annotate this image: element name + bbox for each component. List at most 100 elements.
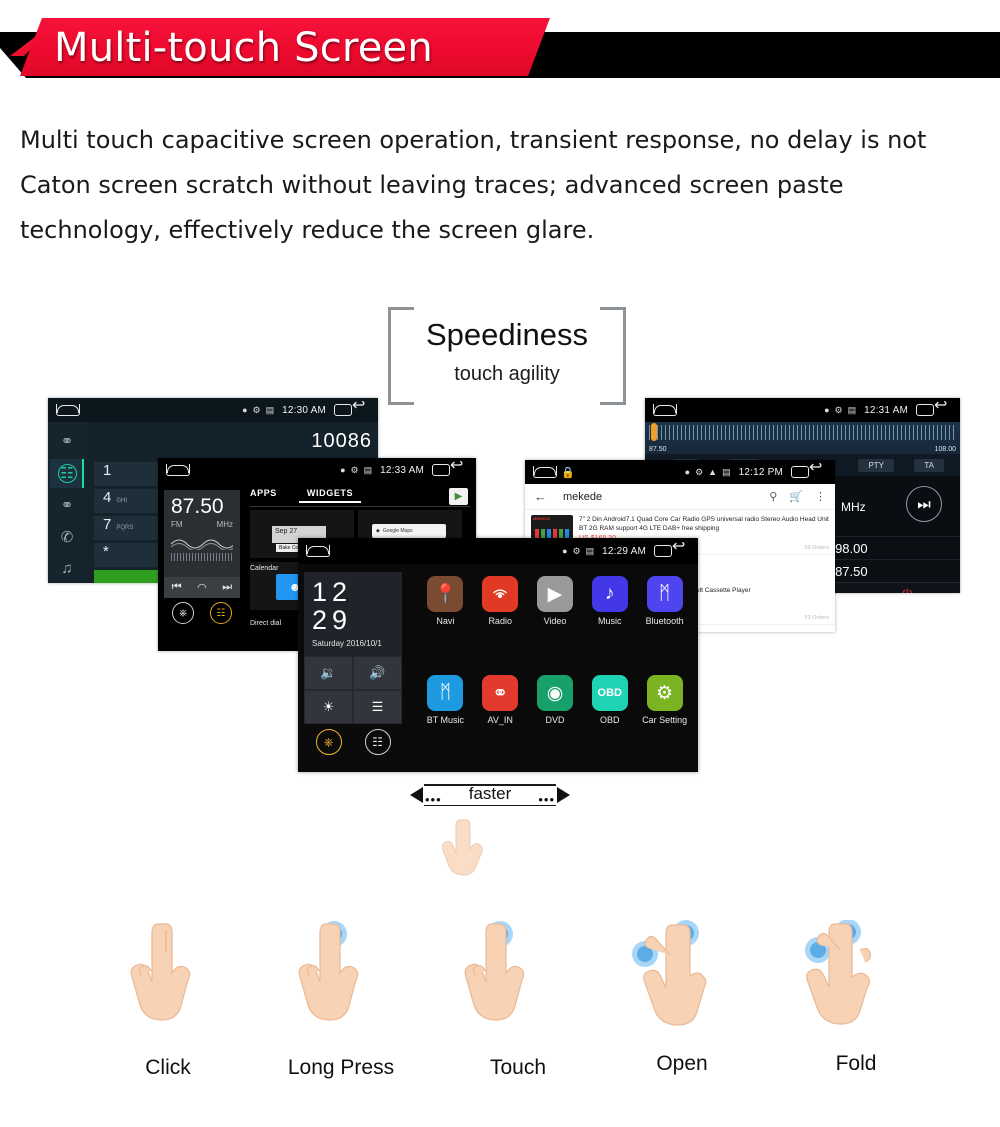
recents-icon[interactable] bbox=[791, 466, 809, 478]
key-sub: GHI bbox=[116, 498, 128, 504]
equalizer-icon[interactable]: ☰ bbox=[353, 690, 402, 724]
brightness-icon[interactable]: ☀ bbox=[304, 690, 353, 724]
intro-paragraph: Multi touch capacitive screen operation,… bbox=[20, 126, 927, 244]
speediness-title: Speediness bbox=[425, 317, 588, 352]
hand-two-finger-svg bbox=[805, 919, 872, 1025]
location-icon: ● bbox=[340, 465, 346, 475]
volume-up-icon[interactable]: 🔊 bbox=[353, 656, 402, 690]
home-footer: ⎈ ☷ bbox=[304, 724, 402, 760]
dialed-number: 10086 bbox=[311, 430, 372, 452]
prev-icon[interactable]: ⏮ bbox=[172, 581, 182, 594]
app-music[interactable]: ♪ Music bbox=[582, 576, 637, 675]
tab-apps[interactable]: APPS bbox=[250, 488, 277, 503]
contacts-icon[interactable]: ⚭ bbox=[50, 491, 84, 520]
scale-cursor[interactable] bbox=[651, 423, 657, 441]
next-icon[interactable]: ⏭ bbox=[222, 581, 232, 594]
back-arrow-icon[interactable]: ← bbox=[534, 489, 547, 504]
bt-music-icon: ᛗ bbox=[427, 675, 464, 711]
page-root: Multi-touch Screen Multi touch capacitiv… bbox=[0, 0, 1000, 1127]
location-icon: ● bbox=[242, 405, 248, 415]
recents-icon[interactable] bbox=[916, 404, 934, 416]
bluetooth-icon: ᛗ bbox=[646, 576, 683, 612]
call-history-icon[interactable]: ✆ bbox=[50, 522, 84, 551]
play-store-icon[interactable]: ▶ bbox=[449, 488, 468, 505]
back-icon[interactable] bbox=[352, 398, 370, 416]
sim-icon: ▤ bbox=[585, 545, 595, 556]
cart-icon[interactable]: 🛒 bbox=[789, 490, 803, 503]
car-icon[interactable]: ⎈ bbox=[172, 602, 194, 624]
tab-widgets[interactable]: WIDGETS bbox=[298, 488, 362, 503]
app-label: Navi bbox=[436, 616, 455, 626]
product-orders: 56 Orders bbox=[804, 545, 829, 551]
search-icon[interactable]: ⚲ bbox=[769, 490, 777, 503]
app-bluetooth[interactable]: ᛗ Bluetooth bbox=[637, 576, 692, 675]
music-icon[interactable]: ♫ bbox=[50, 554, 84, 583]
recents-icon[interactable] bbox=[334, 404, 352, 416]
radio-unit: MHz bbox=[216, 520, 233, 529]
home-icon[interactable] bbox=[653, 403, 677, 416]
scale-ticks bbox=[649, 425, 956, 440]
app-video[interactable]: ▶ Video bbox=[528, 576, 583, 675]
app-bt-music[interactable]: ᛗ BT Music bbox=[418, 675, 473, 772]
clock-widget[interactable]: 12 29 Saturday 2016/10/1 bbox=[304, 572, 402, 656]
radio-widget[interactable]: 87.50 FM MHz ⏮ ◠ ⏭ bbox=[164, 490, 240, 598]
bluetooth-icon: ⚙ bbox=[572, 545, 581, 556]
back-icon[interactable] bbox=[450, 458, 468, 476]
pty-button[interactable]: PTY bbox=[858, 458, 894, 472]
app-navi[interactable]: 📍 Navi bbox=[418, 576, 473, 675]
car-button[interactable]: ⎈ bbox=[304, 724, 353, 760]
home-body: 12 29 Saturday 2016/10/1 🔉 🔊 ☀ ☰ ⎈ ☷ 📍 N… bbox=[298, 564, 698, 772]
app-obd[interactable]: OBD OBD bbox=[582, 675, 637, 772]
clock-minutes: 29 bbox=[312, 605, 353, 635]
app-dvd[interactable]: ◉ DVD bbox=[528, 675, 583, 772]
clock-hours: 12 bbox=[312, 577, 353, 607]
statusbar-browser: 🔒 ● ⚙ ▲ ▤ 12:12 PM bbox=[525, 460, 835, 484]
gesture-click-icon bbox=[128, 920, 210, 1045]
dialpad-icon[interactable]: ☷ bbox=[50, 458, 84, 488]
lock-icon: 🔒 bbox=[561, 466, 575, 479]
app-car-setting[interactable]: ⚙ Car Setting bbox=[637, 675, 692, 772]
clock-date: Saturday 2016/10/1 bbox=[312, 639, 382, 648]
back-icon[interactable] bbox=[672, 539, 690, 557]
power-icon[interactable]: ⏻ bbox=[902, 586, 912, 594]
home-icon[interactable] bbox=[533, 465, 557, 478]
maps-icon: ◆ bbox=[376, 528, 380, 534]
overflow-icon[interactable]: ⋮ bbox=[815, 490, 826, 503]
sim-icon: ▤ bbox=[722, 466, 731, 477]
faster-label: faster bbox=[468, 784, 512, 803]
app-label: Music bbox=[598, 616, 622, 626]
volume-down-icon[interactable]: 🔉 bbox=[304, 656, 353, 690]
radio-unit: MHz bbox=[841, 500, 866, 514]
quick-settings-grid: 🔉 🔊 ☀ ☰ bbox=[304, 656, 402, 724]
home-icon[interactable] bbox=[166, 463, 190, 476]
signal-icon[interactable]: ◠ bbox=[197, 581, 207, 594]
waveform-svg bbox=[171, 539, 233, 550]
seek-next-icon[interactable]: ⏭ bbox=[906, 486, 942, 522]
widget-direct-dial-label: Direct dial bbox=[250, 620, 282, 627]
gesture-touch-icon bbox=[462, 920, 544, 1045]
apps-button[interactable]: ☷ bbox=[353, 724, 402, 760]
widget-calendar-label: Calendar bbox=[250, 565, 279, 572]
apps-icon[interactable]: ☷ bbox=[210, 602, 232, 624]
search-input[interactable]: mekede bbox=[563, 491, 757, 503]
back-icon[interactable] bbox=[809, 460, 827, 478]
preset-value: 87.50 bbox=[835, 563, 868, 579]
radio-frequency-scale[interactable]: 87.50 108.00 bbox=[645, 422, 960, 454]
hand-one-finger-svg bbox=[298, 921, 359, 1021]
bluetooth-icon: ⚙ bbox=[695, 466, 704, 477]
status-time: 12:31 AM bbox=[864, 404, 908, 416]
clock-panel: 12 29 Saturday 2016/10/1 🔉 🔊 ☀ ☰ ⎈ ☷ bbox=[304, 572, 402, 772]
bluetooth-icon: ⚙ bbox=[834, 404, 843, 415]
back-icon[interactable] bbox=[934, 398, 952, 416]
gesture-label-open: Open bbox=[656, 1052, 708, 1075]
home-icon[interactable] bbox=[56, 403, 80, 416]
link-icon[interactable]: ⚭ bbox=[50, 427, 84, 456]
app-radio[interactable]: Radio bbox=[473, 576, 528, 675]
app-av-in[interactable]: ⚭ AV_IN bbox=[473, 675, 528, 772]
home-icon[interactable] bbox=[306, 544, 330, 557]
ta-button[interactable]: TA bbox=[914, 458, 944, 472]
radio-widget-units: FM MHz bbox=[171, 520, 233, 529]
recents-icon[interactable] bbox=[654, 545, 672, 557]
hand-one-finger-svg bbox=[464, 921, 525, 1021]
recents-icon[interactable] bbox=[432, 464, 450, 476]
